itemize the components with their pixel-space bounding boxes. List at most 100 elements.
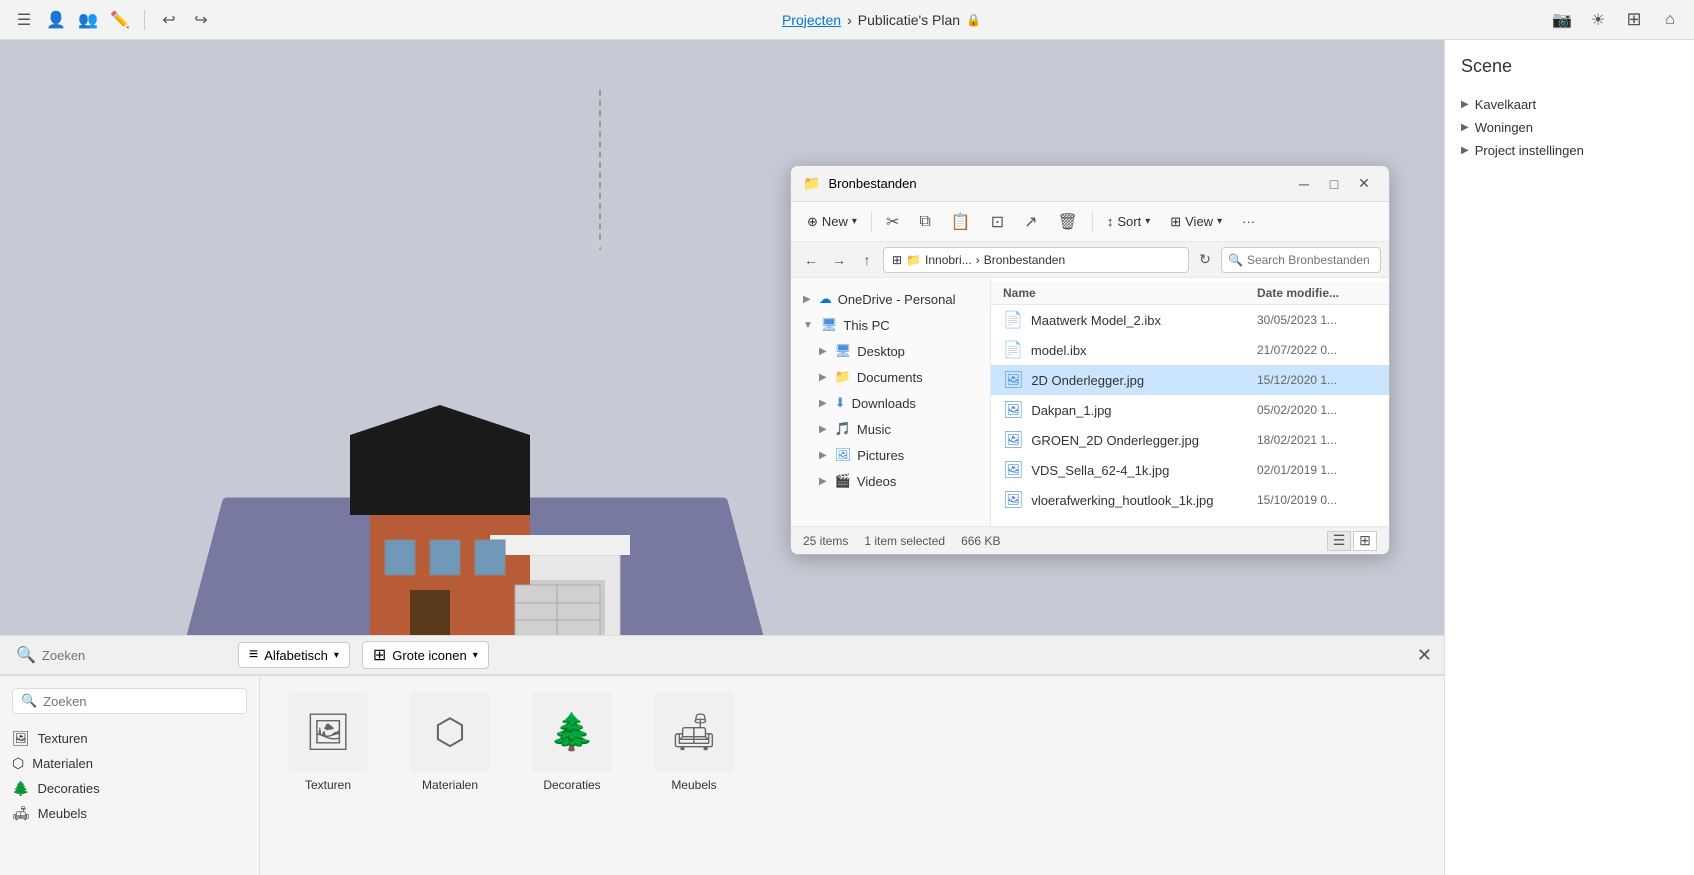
view-button[interactable]: ⊞ View ▾: [1162, 210, 1230, 234]
file-explorer-window: 📁 Bronbestanden ─ □ ✕ ⊕ New ▾ ✂ ⧉ 📋 ⊡ ↗: [790, 165, 1390, 555]
sort-dropdown[interactable]: ≡ Alfabetisch ▾: [238, 642, 350, 668]
sidebar-item-materialen[interactable]: ⬡ Materialen: [12, 751, 247, 776]
fe-breadcrumb-sep: ›: [976, 253, 980, 267]
redo-icon[interactable]: ↪: [189, 8, 213, 32]
fe-sidebar-desktop[interactable]: ▶ 🖥 Desktop: [791, 338, 990, 364]
sidebar-item-texturen[interactable]: 🖼 Texturen: [12, 726, 247, 751]
forward-button[interactable]: →: [827, 248, 851, 272]
search-input[interactable]: [42, 648, 218, 663]
scene-item-woningen[interactable]: ▶ Woningen: [1461, 116, 1678, 139]
music-icon: 🎵: [835, 421, 851, 437]
scene-item-project[interactable]: ▶ Project instellingen: [1461, 139, 1678, 162]
file-name: 2D Onderlegger.jpg: [1031, 373, 1257, 388]
toolbar-left: ☰ 👤 👥 ✏️ ↩ ↪: [12, 8, 213, 32]
guide-line: [599, 90, 601, 250]
file-row[interactable]: 🖼 Dakpan_1.jpg 05/02/2020 1...: [991, 395, 1389, 425]
home-icon[interactable]: ⌂: [1658, 8, 1682, 32]
fe-breadcrumb[interactable]: ⊞ 📁 Innobri... › Bronbestanden: [883, 247, 1189, 273]
fe-sidebar-onedrive[interactable]: ▶ ☁ OneDrive - Personal: [791, 286, 990, 312]
layers-icon[interactable]: ⊞: [1622, 8, 1646, 32]
documents-icon: 📁: [835, 369, 851, 385]
bottom-toolbar: 🔍 ≡ Alfabetisch ▾ ⊞ Grote iconen ▾ ✕: [0, 635, 1444, 675]
file-name: Dakpan_1.jpg: [1031, 403, 1257, 418]
lock-icon: 🔒: [966, 13, 981, 27]
file-name: GROEN_2D Onderlegger.jpg: [1031, 433, 1257, 448]
fe-sidebar-downloads[interactable]: ▶ ⬇ Downloads: [791, 390, 990, 416]
copy-button[interactable]: ⧉: [911, 209, 938, 235]
breadcrumb-root[interactable]: Projecten: [782, 12, 841, 28]
delete-button[interactable]: 🗑: [1050, 208, 1086, 236]
sidebar-item-meubels[interactable]: 🛋 Meubels: [12, 801, 247, 826]
fe-sidebar-thispc[interactable]: ▼ 🖥 This PC: [791, 312, 990, 338]
sidebar-item-label: Materialen: [32, 756, 93, 771]
more-button[interactable]: ···: [1234, 210, 1263, 233]
grid-item-materialen[interactable]: ⬡ Materialen: [390, 684, 510, 800]
close-button[interactable]: ✕: [1351, 171, 1377, 197]
fe-sidebar-label: Pictures: [857, 448, 904, 463]
refresh-button[interactable]: ↻: [1193, 248, 1217, 272]
maximize-button[interactable]: □: [1321, 171, 1347, 197]
downloads-icon: ⬇: [835, 395, 846, 411]
grid-item-meubels[interactable]: 🛋 Meubels: [634, 684, 754, 800]
new-button[interactable]: ⊕ New ▾: [799, 210, 865, 234]
camera-icon[interactable]: 📷: [1550, 8, 1574, 32]
new-icon: ⊕: [807, 214, 818, 230]
search-box: 🔍: [12, 688, 247, 714]
fe-sidebar-label: Videos: [857, 474, 897, 489]
fe-breadcrumb-folder-icon: 📁: [906, 253, 921, 267]
list-view-button[interactable]: ☰: [1327, 531, 1351, 551]
file-icon: 🖼: [1003, 490, 1023, 510]
fe-toolbar: ⊕ New ▾ ✂ ⧉ 📋 ⊡ ↗ 🗑 ↕ Sort ▾ ⊞: [791, 202, 1389, 242]
file-icon: 🖼: [1003, 430, 1023, 450]
fe-breadcrumb-icon: ⊞: [892, 253, 902, 267]
file-row[interactable]: 🖼 2D Onderlegger.jpg 15/12/2020 1... ts …: [991, 365, 1389, 395]
grid-view-button[interactable]: ⊞: [1353, 531, 1377, 551]
undo-icon[interactable]: ↩: [157, 8, 181, 32]
scene-item-kavelkaart[interactable]: ▶ Kavelkaart: [1461, 93, 1678, 116]
fe-sidebar-videos[interactable]: ▶ 🎬 Videos: [791, 468, 990, 494]
fe-sidebar-documents[interactable]: ▶ 📁 Documents: [791, 364, 990, 390]
paste-button[interactable]: 📋: [943, 208, 979, 236]
sidebar-item-decoraties[interactable]: 🌲 Decoraties: [12, 776, 247, 801]
sort-button[interactable]: ↕ Sort ▾: [1099, 210, 1158, 233]
file-row[interactable]: 🖼 vloerafwerking_houtlook_1k.jpg 15/10/2…: [991, 485, 1389, 515]
view-icon: ⊞: [373, 645, 386, 665]
bottom-sidebar: 🔍 🖼 Texturen ⬡ Materialen 🌲 Decoraties 🛋…: [0, 676, 260, 875]
menu-icon[interactable]: ☰: [12, 8, 36, 32]
sort-arrow-icon: ▾: [334, 650, 339, 661]
users-icon[interactable]: 👥: [76, 8, 100, 32]
file-row[interactable]: 📄 Maatwerk Model_2.ibx 30/05/2023 1...: [991, 305, 1389, 335]
file-icon: 🖼: [1003, 370, 1023, 390]
up-button[interactable]: ↑: [855, 248, 879, 272]
chevron-icon: ▶: [1461, 145, 1469, 156]
fe-sidebar-pictures[interactable]: ▶ 🖼 Pictures: [791, 442, 990, 468]
export-button[interactable]: ↗: [1016, 208, 1045, 236]
file-row[interactable]: 📄 model.ibx 21/07/2022 0...: [991, 335, 1389, 365]
view-dropdown[interactable]: ⊞ Grote iconen ▾: [362, 641, 489, 669]
scene-item-label: Project instellingen: [1475, 143, 1584, 158]
fe-search-input[interactable]: [1247, 253, 1374, 267]
sun-icon[interactable]: ☀: [1586, 8, 1610, 32]
cut-button[interactable]: ✂: [878, 208, 907, 236]
breadcrumb-separator: ›: [847, 12, 852, 28]
file-row[interactable]: 🖼 GROEN_2D Onderlegger.jpg 18/02/2021 1.…: [991, 425, 1389, 455]
view-label: Grote iconen: [392, 648, 466, 663]
fe-selected-info: 1 item selected: [864, 534, 945, 548]
grid-item-decoraties[interactable]: 🌲 Decoraties: [512, 684, 632, 800]
fe-search-icon: 🔍: [1228, 253, 1243, 267]
fe-sidebar-label: This PC: [843, 318, 889, 333]
grid-item-texturen[interactable]: 🖼 Texturen: [268, 684, 388, 800]
edit-icon[interactable]: ✏️: [108, 8, 132, 32]
close-button[interactable]: ✕: [1417, 645, 1432, 666]
materialen-grid-label: Materialen: [422, 778, 478, 792]
search-icon: 🔍: [16, 645, 36, 665]
minimize-button[interactable]: ─: [1291, 171, 1317, 197]
user-icon[interactable]: 👤: [44, 8, 68, 32]
view-arrow-icon: ▾: [473, 650, 478, 661]
fe-sidebar-label: Music: [857, 422, 891, 437]
share-button[interactable]: ⊡: [983, 208, 1012, 236]
back-button[interactable]: ←: [799, 248, 823, 272]
search-input[interactable]: [43, 694, 238, 709]
file-row[interactable]: 🖼 VDS_Sella_62-4_1k.jpg 02/01/2019 1...: [991, 455, 1389, 485]
fe-sidebar-music[interactable]: ▶ 🎵 Music: [791, 416, 990, 442]
